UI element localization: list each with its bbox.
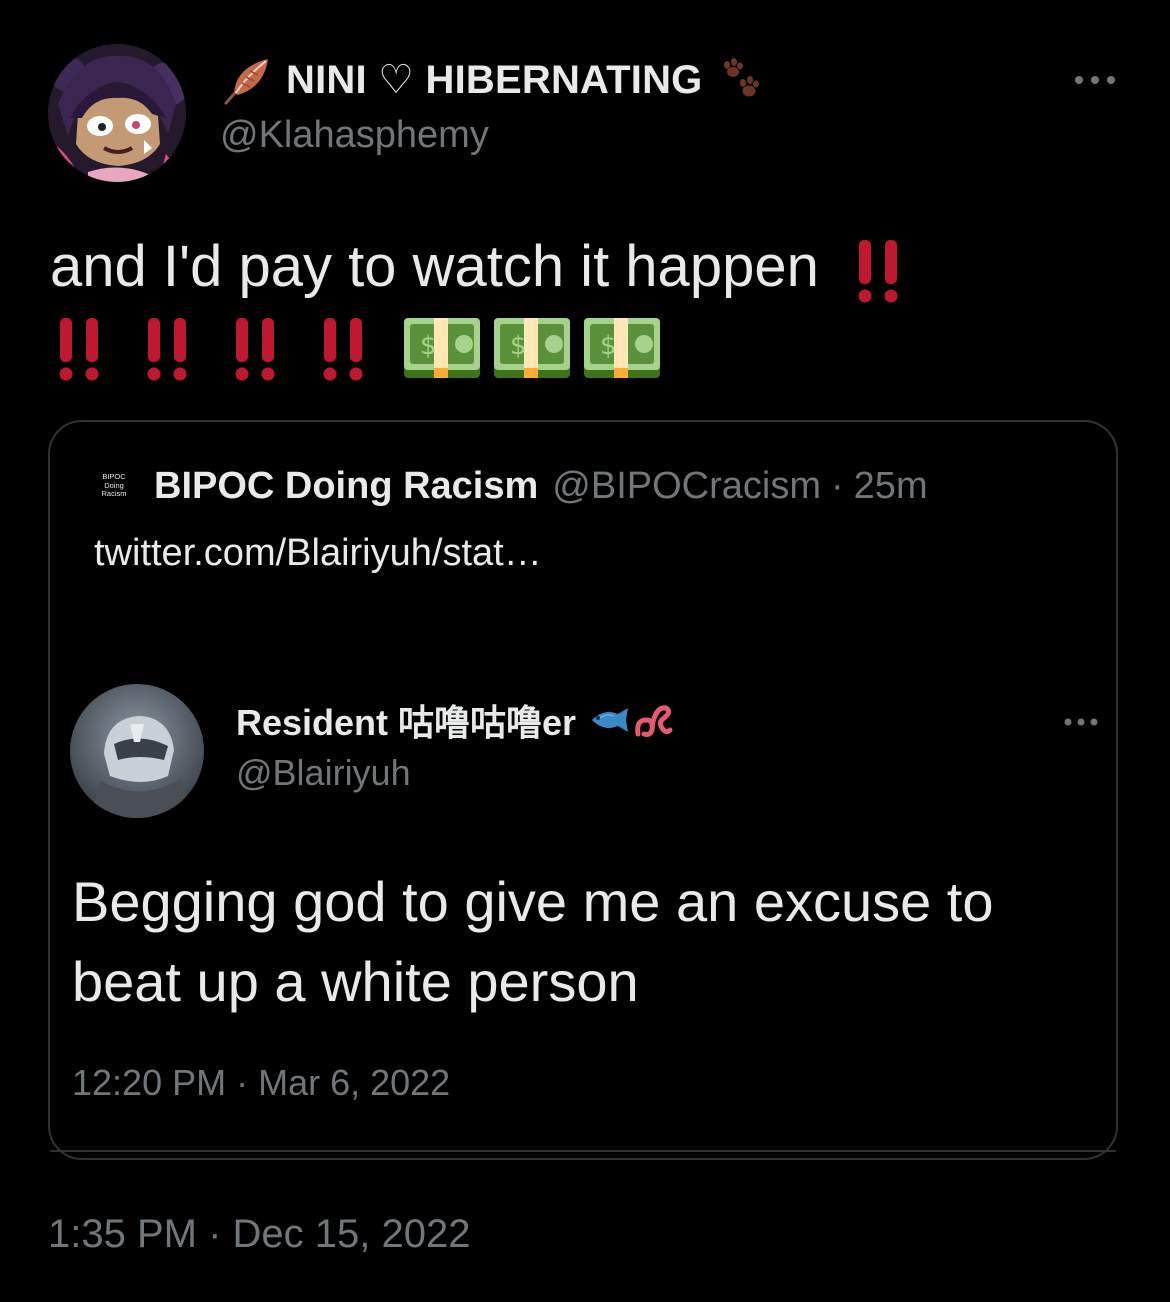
embedded-author-name: Resident 咕噜咕噜er bbox=[236, 702, 577, 743]
money-banknote-icon: $ bbox=[494, 318, 570, 378]
fish-icon bbox=[586, 705, 632, 735]
author-name-row[interactable]: NINI ♡ HIBERNATING bbox=[220, 52, 763, 108]
quoted-tweet-time[interactable]: 25m bbox=[854, 465, 928, 508]
quoted-tweet-link[interactable]: twitter.com/Blairiyuh/stat… bbox=[94, 532, 542, 575]
svg-text:$: $ bbox=[600, 331, 617, 361]
more-icon[interactable] bbox=[1070, 66, 1120, 94]
more-icon bbox=[1060, 710, 1102, 734]
embedded-author-name-row: Resident 咕噜咕噜er bbox=[236, 694, 674, 746]
worm-icon bbox=[634, 700, 674, 740]
author-handle[interactable]: @Klahasphemy bbox=[220, 114, 489, 157]
money-banknote-icon: $ bbox=[404, 318, 480, 378]
quoted-author-handle[interactable]: @BIPOCracism bbox=[552, 465, 821, 508]
quoted-author-avatar[interactable]: BIPOC Doing Racism bbox=[90, 462, 138, 510]
tweet-timestamp[interactable]: 1:35 PM · Dec 15, 2022 bbox=[48, 1212, 470, 1257]
svg-text:$: $ bbox=[510, 331, 527, 361]
tweet: NINI ♡ HIBERNATING @Klahasphemy and I'd … bbox=[0, 0, 1170, 1302]
svg-text:$: $ bbox=[420, 331, 437, 361]
double-exclamation-icon bbox=[59, 318, 99, 381]
double-exclamation-icon bbox=[858, 239, 898, 303]
money-banknote-icon: $ bbox=[584, 318, 660, 378]
tweet-text-line: and I'd pay to watch it happen bbox=[50, 226, 1130, 308]
paw-prints-icon bbox=[717, 57, 763, 103]
embedded-author-avatar bbox=[70, 684, 204, 818]
embedded-tweet-text: Begging god to give me an excuse to beat… bbox=[72, 870, 994, 1013]
double-exclamation-icon bbox=[235, 318, 275, 381]
user-avatar[interactable] bbox=[48, 44, 186, 182]
embedded-author-handle: @Blairiyuh bbox=[236, 752, 411, 793]
double-exclamation-icon bbox=[323, 318, 363, 381]
separator-dot: · bbox=[831, 464, 844, 507]
tweet-text: and I'd pay to watch it happen $ $ $ bbox=[50, 226, 1130, 390]
quoted-author-name[interactable]: BIPOC Doing Racism bbox=[154, 465, 538, 508]
double-exclamation-icon bbox=[147, 318, 187, 381]
tweet-emoji-line: $ $ $ bbox=[50, 308, 1130, 390]
embedded-divider bbox=[50, 1150, 1116, 1152]
author-display-name: NINI ♡ HIBERNATING bbox=[286, 58, 703, 102]
quoted-tweet-card[interactable]: BIPOC Doing Racism BIPOC Doing Racism @B… bbox=[48, 420, 1118, 1160]
feather-icon bbox=[220, 53, 274, 107]
avatar-text: Racism bbox=[101, 489, 127, 499]
embedded-tweet-timestamp: 12:20 PM · Mar 6, 2022 bbox=[72, 1062, 451, 1103]
quoted-tweet-header: BIPOC Doing Racism BIPOC Doing Racism @B… bbox=[90, 462, 928, 510]
tweet-text-content: and I'd pay to watch it happen bbox=[50, 234, 819, 299]
